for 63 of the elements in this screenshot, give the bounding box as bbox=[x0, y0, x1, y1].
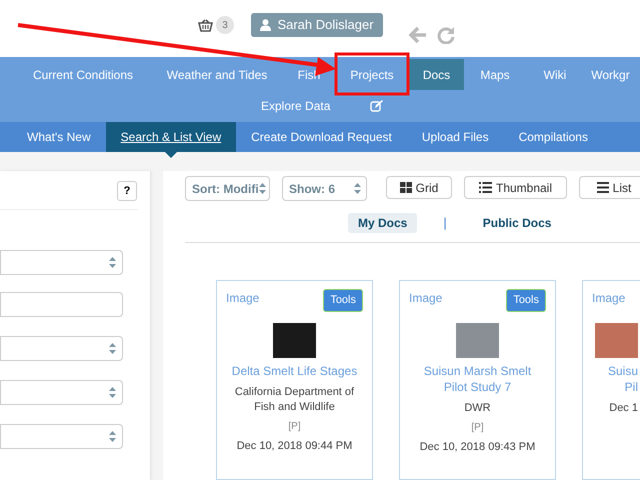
nav-tab[interactable]: Wiki bbox=[526, 59, 584, 90]
sort-arrows-icon bbox=[109, 342, 116, 355]
nav-tab[interactable]: Weather and Tides bbox=[151, 59, 283, 90]
nav-tab[interactable]: Workgr bbox=[584, 59, 637, 90]
show-select[interactable]: Show: 6 bbox=[282, 176, 367, 201]
edit-icon[interactable] bbox=[370, 100, 384, 112]
back-arrow-icon[interactable] bbox=[408, 26, 427, 44]
date-text: Dec 10, 2018 09:44 PM bbox=[236, 439, 352, 453]
public-flag-label: [P] bbox=[288, 420, 301, 433]
list-icon bbox=[478, 182, 492, 193]
nav-tab[interactable]: Current Conditions bbox=[15, 59, 151, 90]
doc-title-link[interactable]: Pil bbox=[624, 379, 638, 395]
subnav-tab[interactable]: Create Download Request bbox=[236, 122, 407, 152]
view-button[interactable]: Thumbnail bbox=[464, 176, 567, 199]
sort-arrows-icon bbox=[109, 256, 116, 269]
subnav-tab[interactable]: What's New bbox=[12, 122, 106, 152]
sort-arrows-icon bbox=[109, 386, 116, 399]
select-field[interactable] bbox=[0, 380, 123, 405]
redo-icon[interactable] bbox=[437, 26, 455, 44]
photo-placeholder bbox=[273, 323, 316, 358]
doc-title-link[interactable]: Suisun Marsh Smelt bbox=[424, 363, 532, 379]
nav-tab[interactable]: Projects bbox=[335, 59, 409, 90]
view-button[interactable]: List bbox=[579, 176, 640, 199]
select-field[interactable] bbox=[0, 424, 123, 449]
user-button[interactable]: Sarah Dolislager bbox=[251, 13, 383, 37]
subnav-tab[interactable]: Upload Files bbox=[406, 122, 504, 152]
doc-title-link[interactable]: Suisu bbox=[608, 363, 638, 379]
photo-placeholder bbox=[456, 323, 499, 358]
grid-icon bbox=[400, 182, 412, 193]
doc-type-label: Image bbox=[592, 290, 626, 307]
tools-button[interactable]: Tools bbox=[506, 289, 546, 312]
tools-button[interactable]: Tools bbox=[323, 289, 363, 312]
doc-tab[interactable]: My Docs bbox=[348, 213, 418, 233]
select-field[interactable] bbox=[0, 250, 123, 275]
sort-select[interactable]: Sort: Modifi bbox=[185, 176, 270, 201]
view-button[interactable]: Grid bbox=[386, 176, 452, 199]
sort-arrows-icon bbox=[354, 182, 361, 195]
organization-text: DWR bbox=[463, 401, 492, 416]
doc-title-link[interactable]: Pilot Study 7 bbox=[444, 379, 512, 395]
public-flag-label: [P] bbox=[471, 421, 484, 434]
doc-tab[interactable]: Public Docs bbox=[472, 213, 562, 233]
user-icon bbox=[260, 19, 272, 31]
sort-arrows-icon bbox=[109, 430, 116, 443]
nav-tab[interactable]: Maps bbox=[464, 59, 526, 90]
help-button[interactable]: ? bbox=[117, 181, 137, 201]
doc-type-label: Image bbox=[226, 290, 260, 307]
photo-placeholder bbox=[595, 323, 638, 358]
cart-count-badge: 3 bbox=[216, 16, 234, 34]
basket-icon[interactable] bbox=[198, 18, 213, 32]
select-field[interactable] bbox=[0, 336, 123, 361]
nav-tab[interactable]: Docs bbox=[409, 59, 464, 90]
menu-icon bbox=[596, 182, 609, 193]
subnav-tab[interactable]: Compilations bbox=[504, 122, 603, 152]
sort-arrows-icon bbox=[258, 182, 266, 195]
subnav-tab[interactable]: Search & List View bbox=[106, 122, 236, 152]
date-text: Dec 10, 2018 09:43 PM bbox=[420, 440, 536, 454]
doc-title-link[interactable]: Delta Smelt Life Stages bbox=[232, 363, 358, 379]
nav-link[interactable]: Explore Data bbox=[261, 97, 330, 115]
doc-type-label: Image bbox=[409, 290, 442, 307]
organization-text: California Department of Fish and Wildlife bbox=[234, 385, 356, 415]
tab-separator: | bbox=[443, 214, 447, 232]
date-text: Dec 1 bbox=[609, 401, 638, 415]
text-input-field[interactable] bbox=[0, 292, 123, 317]
